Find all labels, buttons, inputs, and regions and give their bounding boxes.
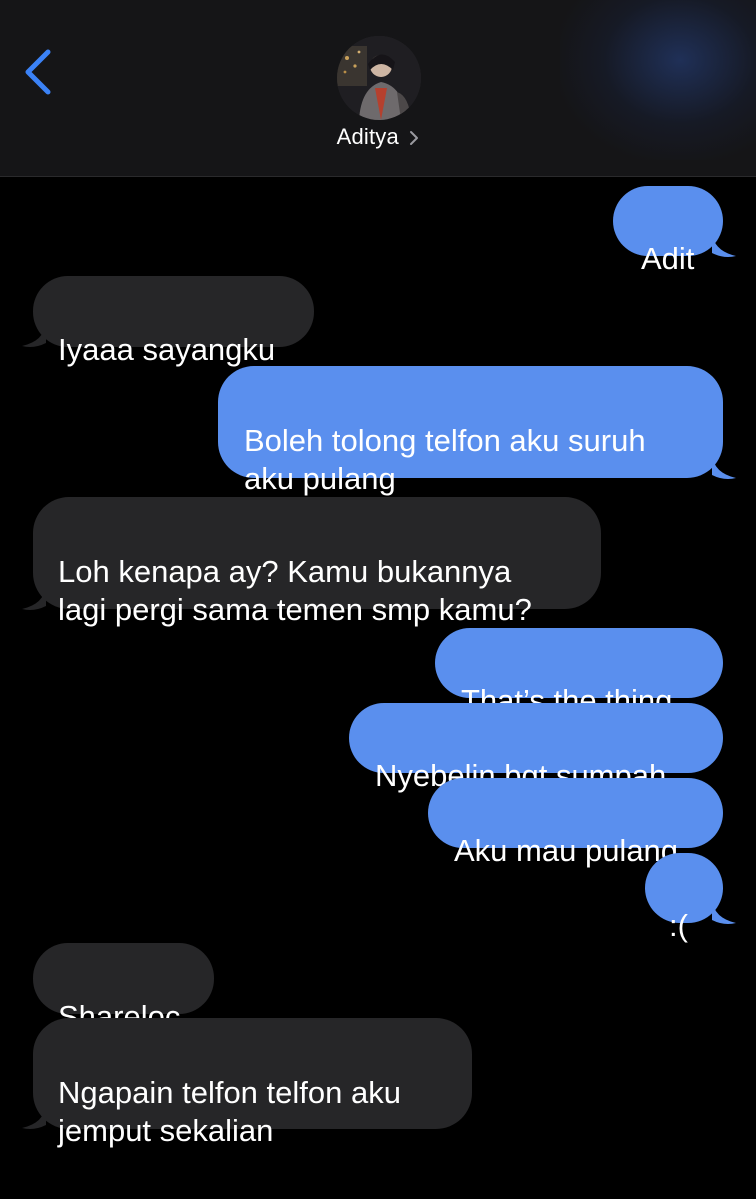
contact-name-button[interactable]: Aditya bbox=[0, 124, 756, 150]
chevron-left-icon bbox=[25, 49, 51, 95]
bubble-tail-received bbox=[22, 1105, 46, 1129]
contact-name: Aditya bbox=[336, 124, 399, 149]
avatar-photo bbox=[337, 36, 421, 120]
message-text: Adit bbox=[641, 241, 695, 276]
message-bubble-sent[interactable]: That’s the thing bbox=[435, 628, 723, 718]
message-text: Loh kenapa ay? Kamu bukannya lagi pergi … bbox=[58, 554, 532, 627]
back-button[interactable] bbox=[18, 44, 62, 100]
message-bubble-received[interactable]: Loh kenapa ay? Kamu bukannya lagi pergi … bbox=[33, 497, 601, 627]
message-text: :( bbox=[669, 908, 688, 943]
message-text: Ngapain telfon telfon aku jemput sekalia… bbox=[58, 1075, 401, 1148]
message-bubble-sent[interactable]: Aku mau pulang bbox=[428, 778, 723, 868]
message-text: Iyaaa sayangku bbox=[58, 332, 276, 367]
conversation-header: Aditya bbox=[0, 0, 756, 177]
message-text: Aku mau pulang bbox=[454, 833, 679, 868]
bubble-tail-received bbox=[22, 323, 46, 347]
message-text: Boleh tolong telfon aku suruh aku pulang bbox=[244, 423, 646, 496]
bubble-tail-sent bbox=[712, 455, 736, 479]
contact-avatar[interactable] bbox=[337, 36, 421, 120]
message-bubble-received[interactable]: Iyaaa sayangku bbox=[33, 276, 314, 367]
message-bubble-received[interactable]: Shareloc bbox=[33, 943, 214, 1034]
bubble-tail-received bbox=[22, 586, 46, 610]
message-bubble-sent[interactable]: Adit bbox=[613, 186, 723, 276]
bubble-tail-sent bbox=[712, 900, 736, 924]
message-bubble-sent[interactable]: Nyebelin bgt sumpah bbox=[349, 703, 723, 793]
message-bubble-received[interactable]: Ngapain telfon telfon aku jemput sekalia… bbox=[33, 1018, 472, 1148]
message-bubble-sent[interactable]: Boleh tolong telfon aku suruh aku pulang bbox=[218, 366, 723, 496]
chevron-right-icon bbox=[410, 131, 419, 146]
bubble-tail-sent bbox=[712, 233, 736, 257]
